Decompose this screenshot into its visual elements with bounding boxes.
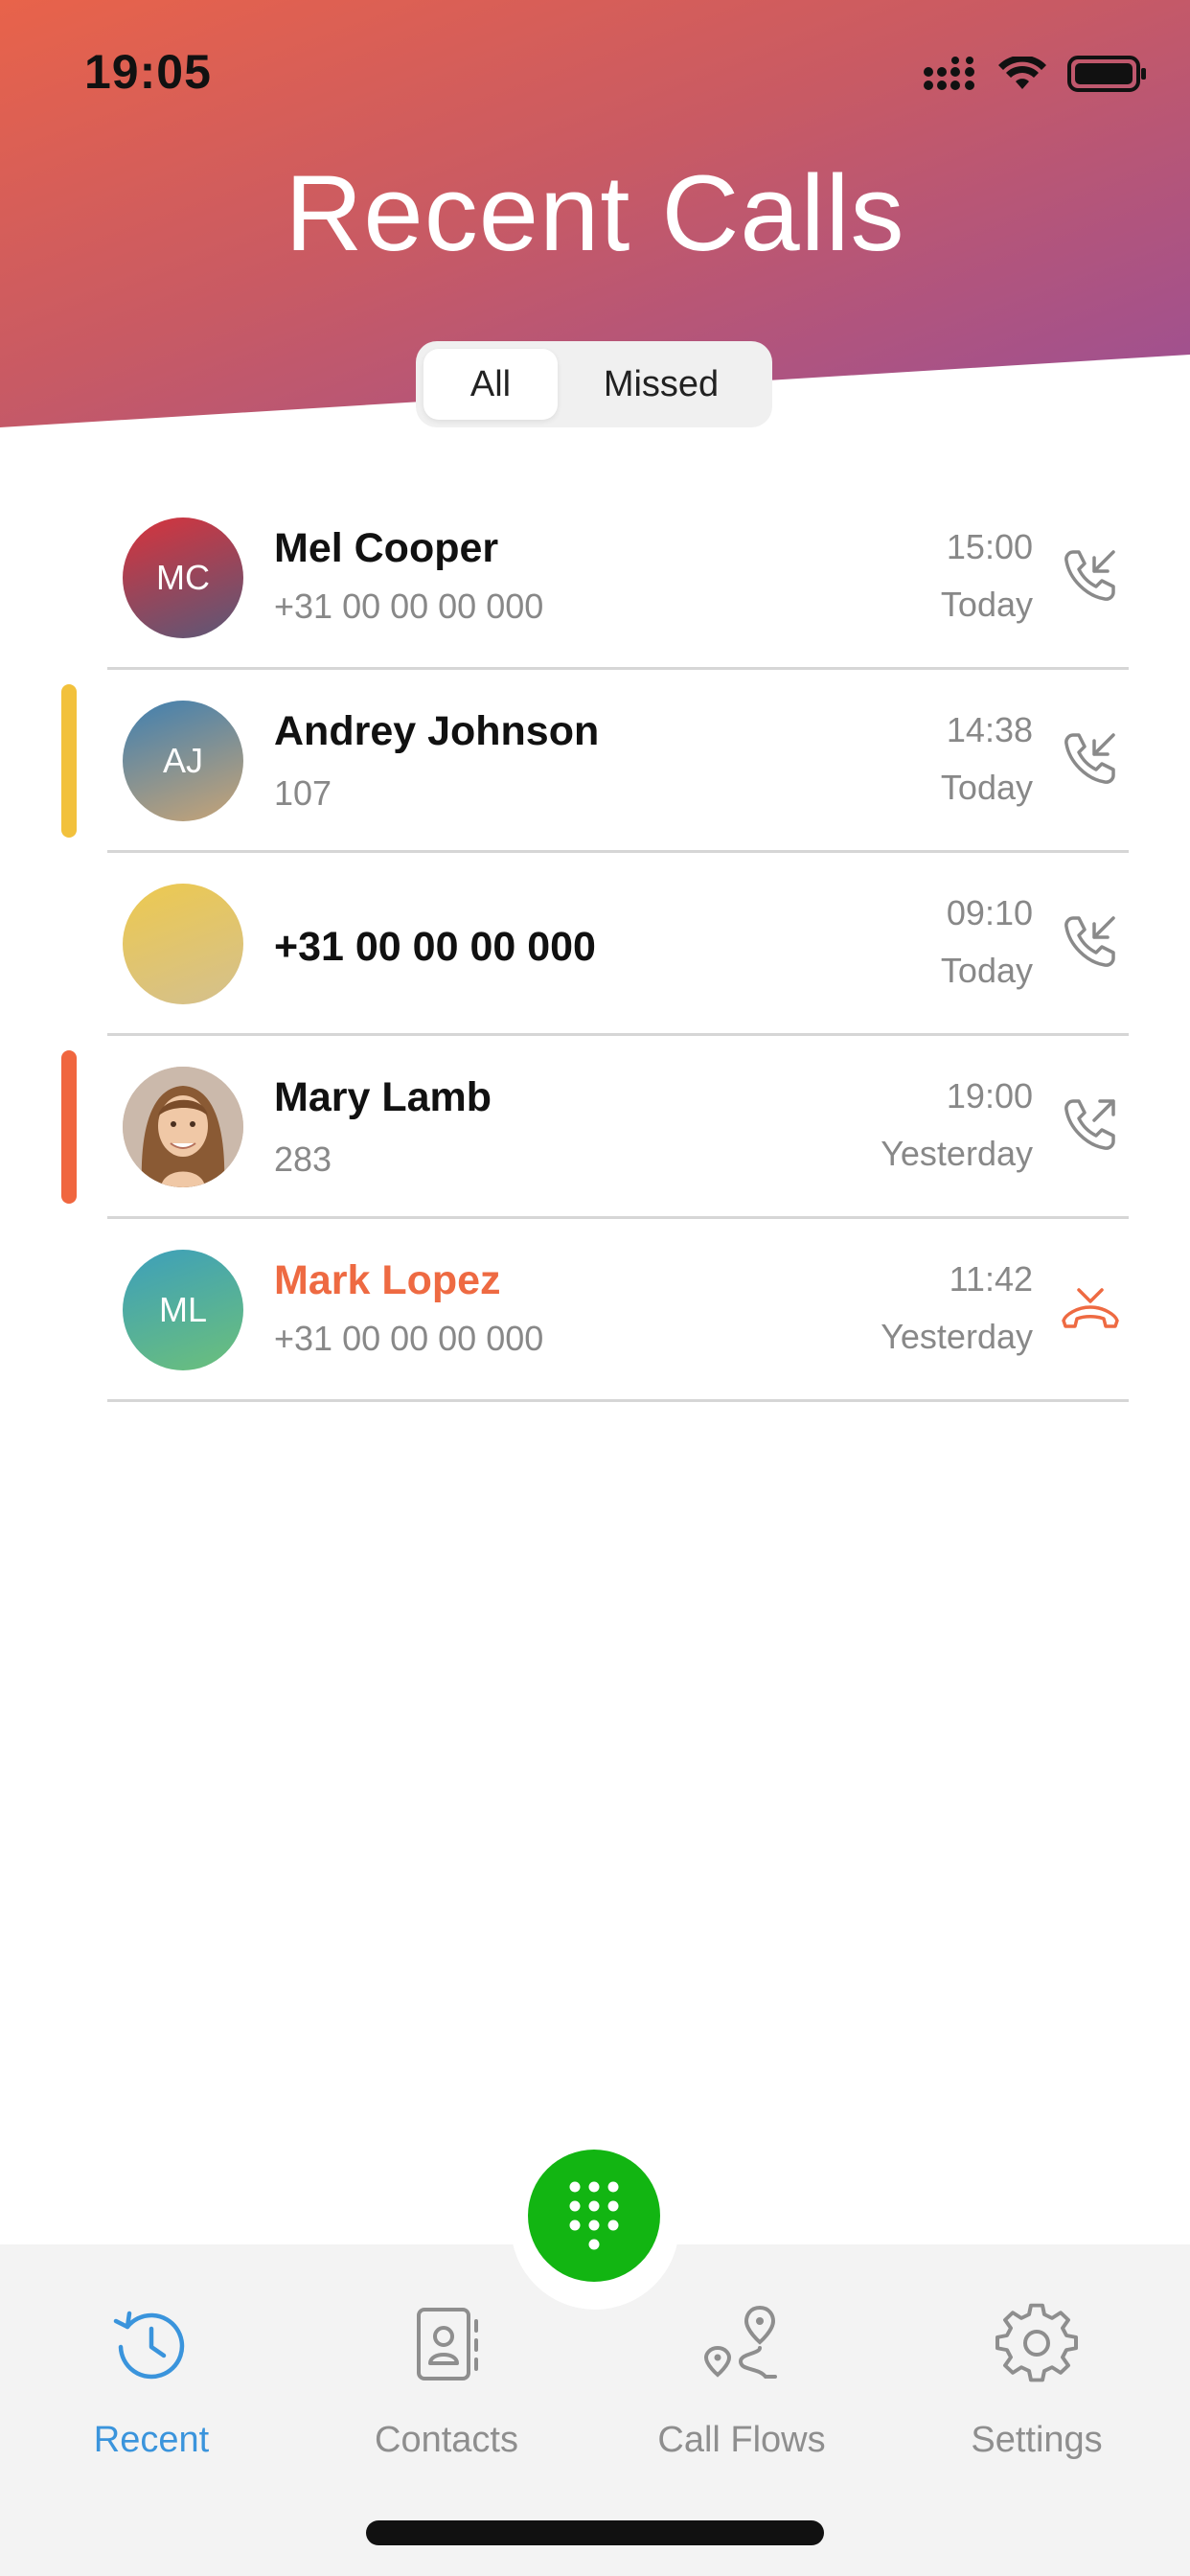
avatar: AJ [123, 701, 243, 821]
route-icon [703, 2305, 777, 2379]
missed-call-icon[interactable] [1060, 1282, 1121, 1344]
call-row[interactable]: +31 00 00 00 000 09:10 Today [0, 853, 1190, 1036]
status-time: 19:05 [84, 45, 212, 99]
status-icons [924, 50, 1148, 98]
avatar [123, 884, 243, 1004]
call-row[interactable]: ML Mark Lopez +31 00 00 00 000 11:42 Yes… [0, 1219, 1190, 1402]
incoming-call-icon[interactable] [1060, 544, 1121, 606]
dialpad-button[interactable] [528, 2150, 660, 2282]
filter-all-button[interactable]: All [423, 349, 558, 420]
call-row[interactable]: MC Mel Cooper +31 00 00 00 000 15:00 Tod… [0, 487, 1190, 670]
tab-call-flows[interactable]: Call Flows [627, 2302, 857, 2461]
signal-icon [924, 57, 974, 90]
call-time: 19:00 [946, 1076, 1033, 1116]
home-indicator [366, 2520, 824, 2545]
dialpad-icon [569, 2181, 619, 2250]
contacts-icon [417, 2308, 478, 2380]
contact-name: Mary Lamb [274, 1074, 492, 1120]
call-time: 14:38 [946, 710, 1033, 749]
tab-label: Contacts [375, 2420, 518, 2460]
contact-number: +31 00 00 00 000 [274, 1319, 544, 1358]
avatar-photo [123, 1067, 243, 1187]
call-day: Yesterday [881, 1134, 1033, 1173]
incoming-call-icon[interactable] [1060, 910, 1121, 972]
tab-label: Recent [93, 2420, 210, 2460]
call-row[interactable]: Mary Lamb 283 19:00 Yesterday [0, 1036, 1190, 1219]
avatar: MC [123, 518, 243, 638]
call-time: 09:10 [946, 893, 1033, 932]
avatar: ML [123, 1250, 243, 1370]
call-day: Yesterday [881, 1317, 1033, 1356]
recent-calls-list: MC Mel Cooper +31 00 00 00 000 15:00 Tod… [0, 487, 1190, 1402]
avatar-initials: MC [156, 558, 210, 597]
row-divider [107, 1399, 1129, 1402]
battery-icon [1067, 56, 1146, 92]
outgoing-call-icon[interactable] [1060, 1093, 1121, 1155]
tab-label: Settings [971, 2420, 1103, 2460]
contact-name: Mel Cooper [274, 525, 499, 571]
tab-settings[interactable]: Settings [922, 2302, 1152, 2461]
call-day: Today [940, 585, 1033, 624]
call-time: 11:42 [949, 1259, 1033, 1299]
call-day: Today [940, 951, 1033, 990]
incoming-call-icon[interactable] [1060, 727, 1121, 789]
tab-contacts[interactable]: Contacts [332, 2302, 561, 2461]
tab-recent[interactable]: Recent [36, 2302, 266, 2461]
contact-name: Andrey Johnson [274, 708, 600, 754]
call-time: 15:00 [946, 527, 1033, 566]
gear-icon [995, 2303, 1078, 2382]
call-row[interactable]: AJ Andrey Johnson 107 14:38 Today [0, 670, 1190, 853]
call-day: Today [940, 768, 1033, 807]
wifi-icon [998, 57, 1046, 89]
person-photo-icon [123, 1067, 243, 1187]
call-marker-orange [61, 1050, 77, 1204]
call-filter-segmented-control: All Missed [416, 341, 772, 427]
contact-name: Mark Lopez [274, 1257, 501, 1303]
avatar-initials: AJ [162, 741, 203, 780]
history-icon [113, 2311, 185, 2380]
avatar-initials: ML [158, 1290, 207, 1329]
contact-name: +31 00 00 00 000 [274, 924, 596, 970]
contact-number: 283 [274, 1139, 332, 1179]
contact-number: +31 00 00 00 000 [274, 586, 544, 626]
filter-missed-button[interactable]: Missed [558, 349, 765, 420]
contact-number: 107 [274, 773, 332, 813]
call-marker-yellow [61, 684, 77, 838]
page-title: Recent Calls [285, 153, 905, 273]
tab-label: Call Flows [657, 2420, 826, 2460]
